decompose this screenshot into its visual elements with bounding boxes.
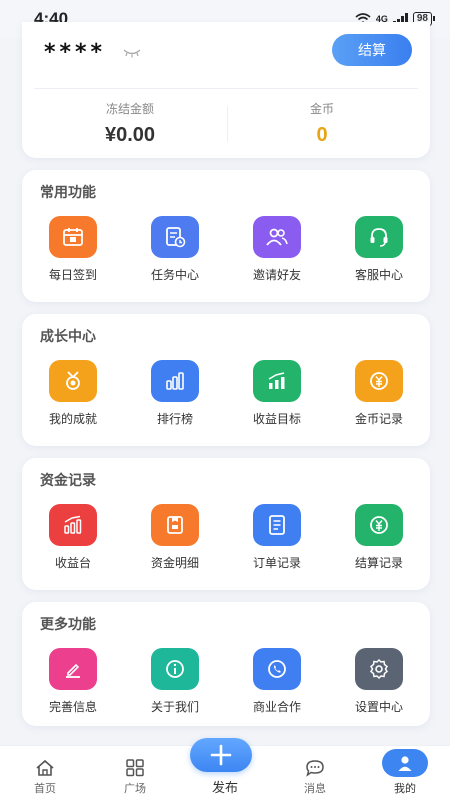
publish-button[interactable] [190,738,252,772]
edit-icon [49,648,97,690]
growth-chart-icon [49,504,97,546]
grid-icon [126,759,144,777]
nav-label: 我的 [394,782,416,795]
section-title: 资金记录 [40,473,96,489]
daily-checkin-item[interactable]: 每日签到 [22,216,124,283]
nav-label: 首页 [34,782,56,795]
my-achievements-item[interactable]: 我的成就 [22,360,124,427]
coins: 金币 0 [222,100,422,147]
growth-chart-icon [253,360,301,402]
item-label: 完善信息 [48,700,97,714]
gear-icon [355,648,403,690]
complete-info-item[interactable]: 完善信息 [22,648,124,715]
item-label: 结算记录 [354,556,403,570]
item-label: 邀请好友 [252,268,301,282]
eye-closed-icon[interactable] [122,48,142,58]
settings-center-item[interactable]: 设置中心 [328,648,430,715]
earnings-desk-item[interactable]: 收益台 [22,504,124,571]
task-center-item[interactable]: 任务中心 [124,216,226,283]
yuan-icon [355,504,403,546]
item-label: 我的成就 [48,412,97,426]
document-icon [253,504,301,546]
section-title: 更多功能 [40,617,96,633]
nav-label: 发布 [211,781,238,796]
section-title: 常用功能 [40,185,96,201]
bars-icon [151,360,199,402]
customer-service-item[interactable]: 客服中心 [328,216,430,283]
invite-friends-item[interactable]: 邀请好友 [226,216,328,283]
coin-records-item[interactable]: 金币记录 [328,360,430,427]
leaderboard-item[interactable]: 排行榜 [124,360,226,427]
item-label: 排行榜 [156,412,193,426]
section-common-functions: 常用功能 每日签到 任务中心 邀请好友 客服中心 [22,170,430,302]
nav-label: 消息 [304,782,326,795]
item-label: 订单记录 [252,556,301,570]
item-label: 收益台 [54,556,91,570]
item-label: 收益目标 [252,412,301,426]
phone-icon [253,648,301,690]
chat-icon [306,760,324,777]
nav-label: 广场 [124,782,146,795]
medal-icon [49,360,97,402]
nav-me[interactable]: 我的 [360,745,450,800]
info-icon [151,648,199,690]
coins-label: 金币 [309,102,334,116]
frozen-amount: 冻结金额 ¥0.00 [30,100,230,147]
frozen-value: ¥0.00 [104,124,156,146]
section-more-functions: 更多功能 完善信息 关于我们 商业合作 设置中心 [22,602,430,726]
item-label: 商业合作 [252,700,301,714]
masked-balance: **** [44,40,107,65]
business-cooperation-item[interactable]: 商业合作 [226,648,328,715]
item-label: 关于我们 [150,700,199,714]
nav-square[interactable]: 广场 [90,745,180,800]
frozen-label: 冻结金额 [105,102,154,116]
divider [34,88,418,89]
coin-icon [355,360,403,402]
item-label: 任务中心 [150,268,199,282]
settlement-records-item[interactable]: 结算记录 [328,504,430,571]
item-label: 设置中心 [354,700,403,714]
task-clock-icon [151,216,199,258]
coins-value: 0 [316,124,328,146]
settle-button[interactable]: 结算 [332,34,412,66]
order-records-item[interactable]: 订单记录 [226,504,328,571]
item-label: 资金明细 [150,556,199,570]
calendar-icon [49,216,97,258]
item-label: 客服中心 [354,268,403,282]
plus-icon [210,744,232,766]
home-icon [36,759,54,776]
wallet-detail-icon [151,504,199,546]
wallet-card: **** 结算 冻结金额 ¥0.00 金币 0 [22,22,430,158]
earnings-goal-item[interactable]: 收益目标 [226,360,328,427]
users-icon [253,216,301,258]
section-fund-records: 资金记录 收益台 资金明细 订单记录 结算记录 [22,458,430,590]
item-label: 每日签到 [48,268,97,282]
section-growth-center: 成长中心 我的成就 排行榜 收益目标 金币记录 [22,314,430,446]
item-label: 金币记录 [354,412,403,426]
nav-home[interactable]: 首页 [0,745,90,800]
about-us-item[interactable]: 关于我们 [124,648,226,715]
section-title: 成长中心 [40,329,96,345]
nav-messages[interactable]: 消息 [270,745,360,800]
fund-details-item[interactable]: 资金明细 [124,504,226,571]
user-icon [382,749,428,777]
headset-icon [355,216,403,258]
